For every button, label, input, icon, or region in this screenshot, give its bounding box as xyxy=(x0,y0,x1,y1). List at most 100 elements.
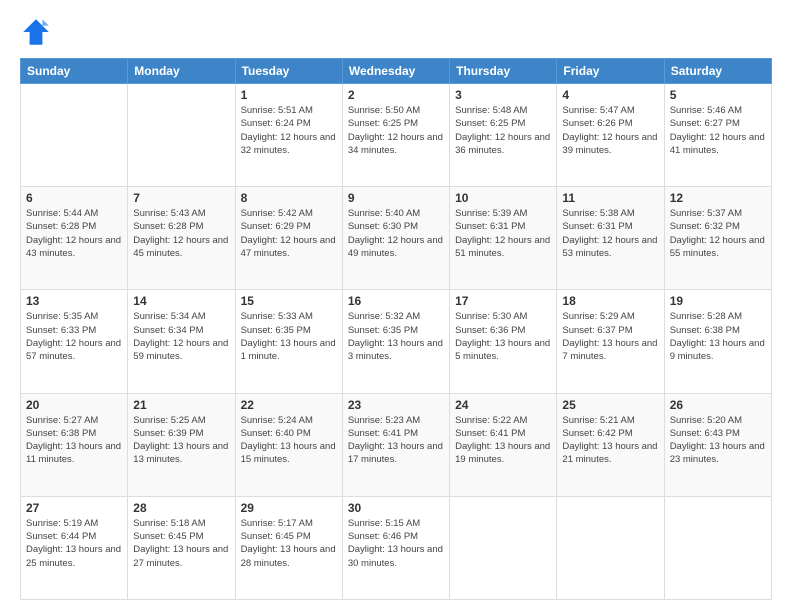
calendar-cell: 10 Sunrise: 5:39 AM Sunset: 6:31 PM Dayli… xyxy=(450,187,557,290)
day-number: 27 xyxy=(26,501,122,515)
day-number: 12 xyxy=(670,191,766,205)
day-number: 26 xyxy=(670,398,766,412)
calendar-cell: 28Sunrise: 5:18 AM Sunset: 6:45 PM Dayli… xyxy=(128,496,235,599)
day-number: 5 xyxy=(670,88,766,102)
day-info: Sunrise: 5:22 AM Sunset: 6:41 PM Dayligh… xyxy=(455,414,551,467)
calendar-cell: 26 Sunrise: 5:20 AM Sunset: 6:43 PM Dayli… xyxy=(664,393,771,496)
day-info: Sunrise: 5:39 AM Sunset: 6:31 PM Dayligh… xyxy=(455,207,551,260)
day-number: 14 xyxy=(133,294,229,308)
day-info: Sunrise: 5:24 AM Sunset: 6:40 PM Dayligh… xyxy=(241,414,337,467)
day-number: 29 xyxy=(241,501,337,515)
day-info: Sunrise: 5:18 AM Sunset: 6:45 PM Dayligh… xyxy=(133,517,229,570)
day-info: Sunrise: 5:15 AM Sunset: 6:46 PM Dayligh… xyxy=(348,517,444,570)
calendar-cell: 30 Sunrise: 5:15 AM Sunset: 6:46 PM Dayli… xyxy=(342,496,449,599)
calendar-week-row: 1 Sunrise: 5:51 AM Sunset: 6:24 PM Daylig… xyxy=(21,84,772,187)
day-info: Sunrise: 5:20 AM Sunset: 6:43 PM Dayligh… xyxy=(670,414,766,467)
day-number: 21 xyxy=(133,398,229,412)
calendar-day-header: Tuesday xyxy=(235,59,342,84)
day-info: Sunrise: 5:33 AM Sunset: 6:35 PM Dayligh… xyxy=(241,310,337,363)
calendar-day-header: Wednesday xyxy=(342,59,449,84)
day-number: 9 xyxy=(348,191,444,205)
calendar-cell: 15 Sunrise: 5:33 AM Sunset: 6:35 PM Dayli… xyxy=(235,290,342,393)
calendar-cell: 2 Sunrise: 5:50 AM Sunset: 6:25 PM Daylig… xyxy=(342,84,449,187)
calendar-day-header: Saturday xyxy=(664,59,771,84)
calendar-day-header: Friday xyxy=(557,59,664,84)
day-info: Sunrise: 5:40 AM Sunset: 6:30 PM Dayligh… xyxy=(348,207,444,260)
day-info: Sunrise: 5:32 AM Sunset: 6:35 PM Dayligh… xyxy=(348,310,444,363)
day-info: Sunrise: 5:37 AM Sunset: 6:32 PM Dayligh… xyxy=(670,207,766,260)
day-number: 10 xyxy=(455,191,551,205)
logo xyxy=(20,16,58,48)
day-info: Sunrise: 5:43 AM Sunset: 6:28 PM Dayligh… xyxy=(133,207,229,260)
calendar-week-row: 13 Sunrise: 5:35 AM Sunset: 6:33 PM Dayli… xyxy=(21,290,772,393)
day-number: 8 xyxy=(241,191,337,205)
calendar-cell: 25 Sunrise: 5:21 AM Sunset: 6:42 PM Dayli… xyxy=(557,393,664,496)
calendar-day-header: Thursday xyxy=(450,59,557,84)
day-number: 24 xyxy=(455,398,551,412)
calendar-cell: 24 Sunrise: 5:22 AM Sunset: 6:41 PM Dayli… xyxy=(450,393,557,496)
page: SundayMondayTuesdayWednesdayThursdayFrid… xyxy=(0,0,792,612)
calendar-cell: 18 Sunrise: 5:29 AM Sunset: 6:37 PM Dayli… xyxy=(557,290,664,393)
day-number: 7 xyxy=(133,191,229,205)
calendar-cell xyxy=(128,84,235,187)
calendar-cell: 29 Sunrise: 5:17 AM Sunset: 6:45 PM Dayli… xyxy=(235,496,342,599)
calendar-cell: 17 Sunrise: 5:30 AM Sunset: 6:36 PM Dayli… xyxy=(450,290,557,393)
calendar-cell: 8 Sunrise: 5:42 AM Sunset: 6:29 PM Daylig… xyxy=(235,187,342,290)
day-info: Sunrise: 5:35 AM Sunset: 6:33 PM Dayligh… xyxy=(26,310,122,363)
day-number: 17 xyxy=(455,294,551,308)
calendar-cell xyxy=(21,84,128,187)
calendar-table: SundayMondayTuesdayWednesdayThursdayFrid… xyxy=(20,58,772,600)
day-info: Sunrise: 5:50 AM Sunset: 6:25 PM Dayligh… xyxy=(348,104,444,157)
day-number: 1 xyxy=(241,88,337,102)
header xyxy=(20,16,772,48)
day-number: 18 xyxy=(562,294,658,308)
calendar-cell: 9 Sunrise: 5:40 AM Sunset: 6:30 PM Daylig… xyxy=(342,187,449,290)
day-number: 16 xyxy=(348,294,444,308)
calendar-cell: 27 Sunrise: 5:19 AM Sunset: 6:44 PM Dayli… xyxy=(21,496,128,599)
calendar-header-row: SundayMondayTuesdayWednesdayThursdayFrid… xyxy=(21,59,772,84)
calendar-cell xyxy=(557,496,664,599)
calendar-cell xyxy=(450,496,557,599)
calendar-cell: 13 Sunrise: 5:35 AM Sunset: 6:33 PM Dayli… xyxy=(21,290,128,393)
day-number: 19 xyxy=(670,294,766,308)
calendar-cell: 14Sunrise: 5:34 AM Sunset: 6:34 PM Dayli… xyxy=(128,290,235,393)
calendar-day-header: Sunday xyxy=(21,59,128,84)
calendar-cell: 4Sunrise: 5:47 AM Sunset: 6:26 PM Daylig… xyxy=(557,84,664,187)
calendar-cell: 7 Sunrise: 5:43 AM Sunset: 6:28 PM Daylig… xyxy=(128,187,235,290)
calendar-cell: 12 Sunrise: 5:37 AM Sunset: 6:32 PM Dayli… xyxy=(664,187,771,290)
day-info: Sunrise: 5:25 AM Sunset: 6:39 PM Dayligh… xyxy=(133,414,229,467)
day-number: 25 xyxy=(562,398,658,412)
day-number: 30 xyxy=(348,501,444,515)
day-info: Sunrise: 5:51 AM Sunset: 6:24 PM Dayligh… xyxy=(241,104,337,157)
day-number: 13 xyxy=(26,294,122,308)
day-info: Sunrise: 5:38 AM Sunset: 6:31 PM Dayligh… xyxy=(562,207,658,260)
calendar-cell: 3Sunrise: 5:48 AM Sunset: 6:25 PM Daylig… xyxy=(450,84,557,187)
day-info: Sunrise: 5:23 AM Sunset: 6:41 PM Dayligh… xyxy=(348,414,444,467)
day-info: Sunrise: 5:44 AM Sunset: 6:28 PM Dayligh… xyxy=(26,207,122,260)
day-info: Sunrise: 5:29 AM Sunset: 6:37 PM Dayligh… xyxy=(562,310,658,363)
day-number: 20 xyxy=(26,398,122,412)
calendar-week-row: 20Sunrise: 5:27 AM Sunset: 6:38 PM Dayli… xyxy=(21,393,772,496)
calendar-day-header: Monday xyxy=(128,59,235,84)
day-number: 2 xyxy=(348,88,444,102)
day-info: Sunrise: 5:42 AM Sunset: 6:29 PM Dayligh… xyxy=(241,207,337,260)
calendar-cell: 19 Sunrise: 5:28 AM Sunset: 6:38 PM Dayli… xyxy=(664,290,771,393)
calendar-cell: 11 Sunrise: 5:38 AM Sunset: 6:31 PM Dayli… xyxy=(557,187,664,290)
day-info: Sunrise: 5:19 AM Sunset: 6:44 PM Dayligh… xyxy=(26,517,122,570)
calendar-cell: 1 Sunrise: 5:51 AM Sunset: 6:24 PM Daylig… xyxy=(235,84,342,187)
calendar-cell: 23Sunrise: 5:23 AM Sunset: 6:41 PM Dayli… xyxy=(342,393,449,496)
day-number: 4 xyxy=(562,88,658,102)
day-info: Sunrise: 5:21 AM Sunset: 6:42 PM Dayligh… xyxy=(562,414,658,467)
day-info: Sunrise: 5:28 AM Sunset: 6:38 PM Dayligh… xyxy=(670,310,766,363)
day-number: 15 xyxy=(241,294,337,308)
day-info: Sunrise: 5:17 AM Sunset: 6:45 PM Dayligh… xyxy=(241,517,337,570)
day-info: Sunrise: 5:46 AM Sunset: 6:27 PM Dayligh… xyxy=(670,104,766,157)
day-number: 22 xyxy=(241,398,337,412)
calendar-cell: 22 Sunrise: 5:24 AM Sunset: 6:40 PM Dayli… xyxy=(235,393,342,496)
day-info: Sunrise: 5:30 AM Sunset: 6:36 PM Dayligh… xyxy=(455,310,551,363)
day-number: 11 xyxy=(562,191,658,205)
calendar-cell xyxy=(664,496,771,599)
logo-icon xyxy=(20,16,52,48)
calendar-cell: 5 Sunrise: 5:46 AM Sunset: 6:27 PM Daylig… xyxy=(664,84,771,187)
calendar-week-row: 27 Sunrise: 5:19 AM Sunset: 6:44 PM Dayli… xyxy=(21,496,772,599)
